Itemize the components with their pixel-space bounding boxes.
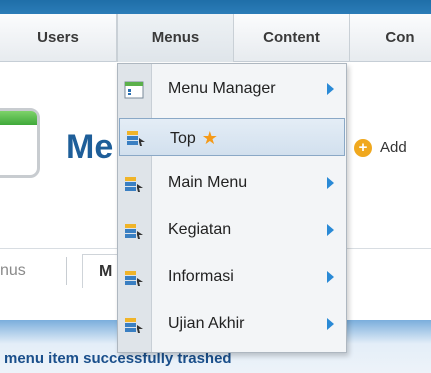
dropdown-item-top[interactable]: Top ★ [119,118,345,156]
dropdown-item-informasi[interactable]: Informasi [118,259,346,297]
add-icon[interactable]: + [354,139,372,157]
dropdown-item-ujian-akhir[interactable]: Ujian Akhir [118,306,346,344]
dropdown-item-label: Main Menu [168,174,248,191]
dropdown-item-label: Ujian Akhir [168,315,245,332]
submenu-arrow-icon [327,318,334,330]
dropdown-item-kegiatan[interactable]: Kegiatan [118,212,346,250]
submenu-arrow-icon [327,271,334,283]
main-menubar: Users Menus Content Con [0,14,431,62]
dropdown-item-label: Informasi [168,268,234,285]
menus-dropdown: Menu Manager Top ★ Main Menu Kegiatan In… [117,63,347,353]
menu-item-icon [127,131,145,146]
submenu-arrow-icon [327,83,334,95]
menu-tab-menus[interactable]: Menus [117,14,234,62]
menu-item-icon [125,271,143,286]
top-bar [0,0,431,14]
dropdown-item-label: Top ★ [170,128,218,148]
submenu-divider [66,257,67,285]
dropdown-item-menu-manager[interactable]: Menu Manager [118,71,346,109]
dropdown-item-main-menu[interactable]: Main Menu [118,165,346,203]
submenu-tab-menus[interactable]: nus [0,262,26,280]
menu-item-icon [125,318,143,333]
menu-tab-content[interactable]: Content [234,14,350,62]
dropdown-item-label: Kegiatan [168,221,232,238]
menu-item-icon [125,177,143,192]
submenu-arrow-icon [327,224,334,236]
menu-tab-components[interactable]: Con [350,14,431,62]
menu-manager-large-icon [0,108,40,178]
add-new-button-label[interactable]: Add [380,139,407,156]
page-title: Me [66,128,114,166]
menu-item-icon [125,224,143,239]
dropdown-item-label: Menu Manager [168,80,276,97]
star-icon: ★ [201,128,218,148]
menu-tab-users[interactable]: Users [0,14,117,62]
submenu-arrow-icon [327,177,334,189]
menu-manager-icon [124,81,144,99]
